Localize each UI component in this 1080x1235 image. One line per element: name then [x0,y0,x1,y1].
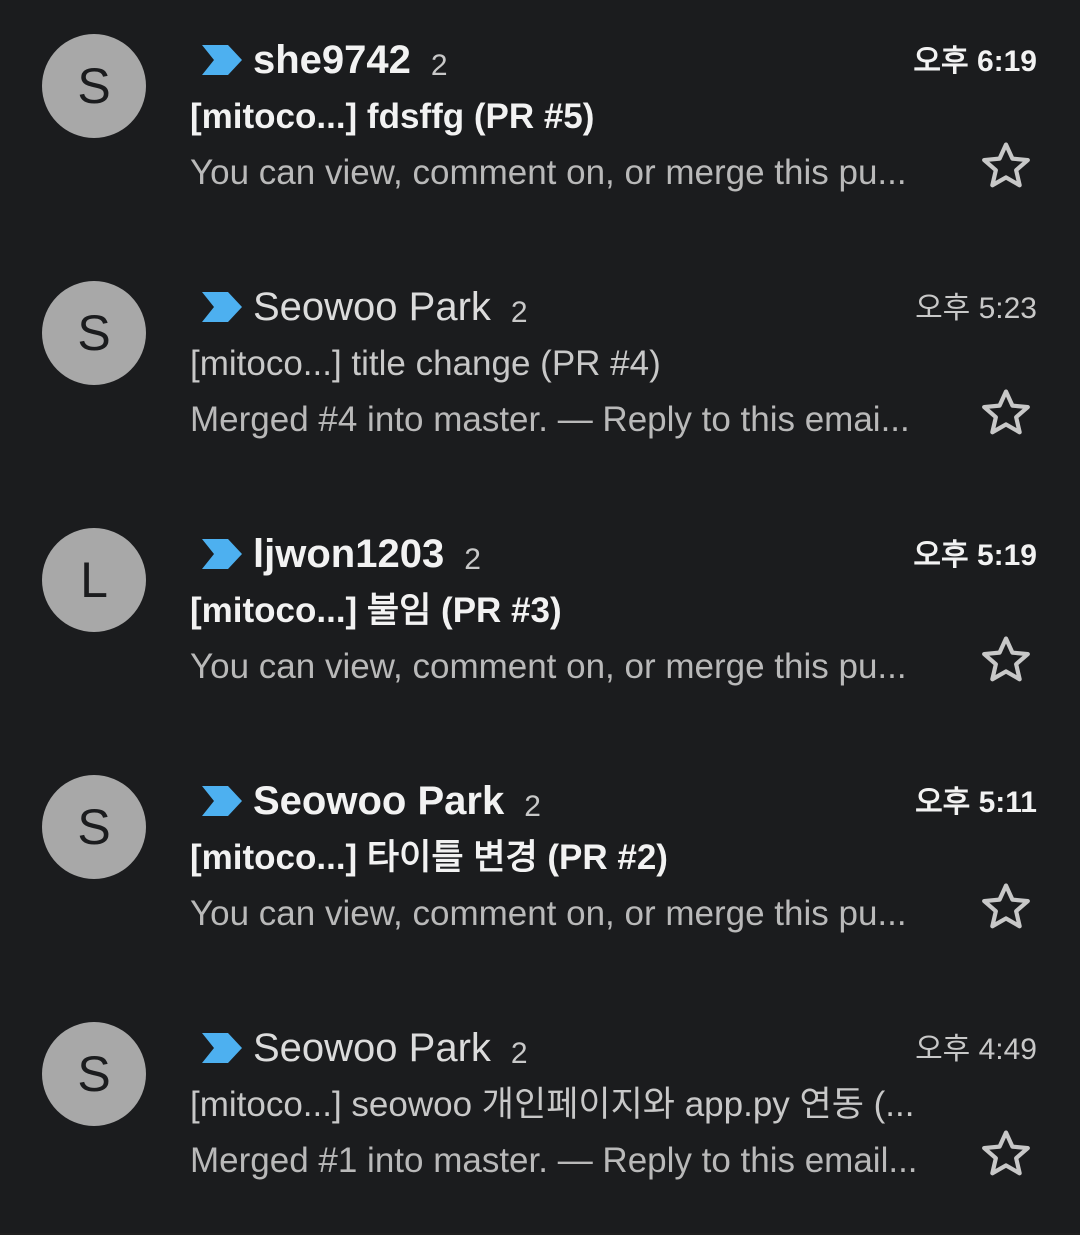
thread-count: 2 [510,1037,528,1070]
email-snippet: Merged #4 into master. — Reply to this e… [190,400,910,439]
sender-label: Seowoo Park [253,779,505,823]
email-subject: [mitoco...] fdsffg (PR #5) [190,97,595,136]
sender-name: Seowoo Park 2 [253,777,541,829]
email-list: S she9742 2 오후 6:19 [mitoco...] fdsffg (P… [0,0,1080,1233]
star-icon[interactable] [978,1126,1034,1182]
email-time: 오후 5:11 [915,786,1037,819]
email-time: 오후 4:49 [915,1033,1037,1066]
email-row[interactable]: S Seowoo Park 2 오후 4:49 [mitoco...] seowo… [0,988,1080,1235]
sender-avatar[interactable]: L [42,528,146,632]
star-icon[interactable] [978,632,1034,688]
thread-count: 2 [510,296,528,329]
importance-marker-icon [202,539,242,569]
email-subject: [mitoco...] 타이틀 변경 (PR #2) [190,838,668,877]
sender-label: she9742 [253,38,411,82]
email-row[interactable]: L ljwon1203 2 오후 5:19 [mitoco...] 불임 (PR … [0,494,1080,741]
email-row[interactable]: S Seowoo Park 2 오후 5:23 [mitoco...] title… [0,247,1080,494]
sender-label: Seowoo Park [253,1026,491,1070]
importance-marker-icon [202,786,242,816]
thread-count: 2 [430,49,448,82]
sender-avatar[interactable]: S [42,1022,146,1126]
sender-avatar[interactable]: S [42,775,146,879]
sender-name: she9742 2 [253,36,448,88]
email-time: 오후 6:19 [913,45,1037,78]
email-snippet: Merged #1 into master. — Reply to this e… [190,1141,918,1180]
sender-name: ljwon1203 2 [253,530,481,582]
sender-name: Seowoo Park 2 [253,1024,528,1076]
email-row[interactable]: S Seowoo Park 2 오후 5:11 [mitoco...] 타이틀 변… [0,741,1080,988]
email-subject: [mitoco...] seowoo 개인페이지와 app.py 연동 (... [190,1085,915,1124]
email-time: 오후 5:19 [913,539,1037,572]
email-row[interactable]: S she9742 2 오후 6:19 [mitoco...] fdsffg (P… [0,0,1080,247]
sender-name: Seowoo Park 2 [253,283,528,335]
sender-label: Seowoo Park [253,285,491,329]
importance-marker-icon [202,292,242,322]
email-snippet: You can view, comment on, or merge this … [190,647,907,686]
email-subject: [mitoco...] 불임 (PR #3) [190,591,562,630]
importance-marker-icon [202,1033,242,1063]
star-icon[interactable] [978,385,1034,441]
sender-avatar[interactable]: S [42,34,146,138]
importance-marker-icon [202,45,242,75]
email-time: 오후 5:23 [915,292,1037,325]
thread-count: 2 [524,790,541,823]
thread-count: 2 [464,543,481,576]
star-icon[interactable] [978,138,1034,194]
email-subject: [mitoco...] title change (PR #4) [190,344,661,383]
sender-avatar[interactable]: S [42,281,146,385]
email-snippet: You can view, comment on, or merge this … [190,894,907,933]
sender-label: ljwon1203 [253,532,445,576]
star-icon[interactable] [978,879,1034,935]
email-snippet: You can view, comment on, or merge this … [190,153,907,192]
